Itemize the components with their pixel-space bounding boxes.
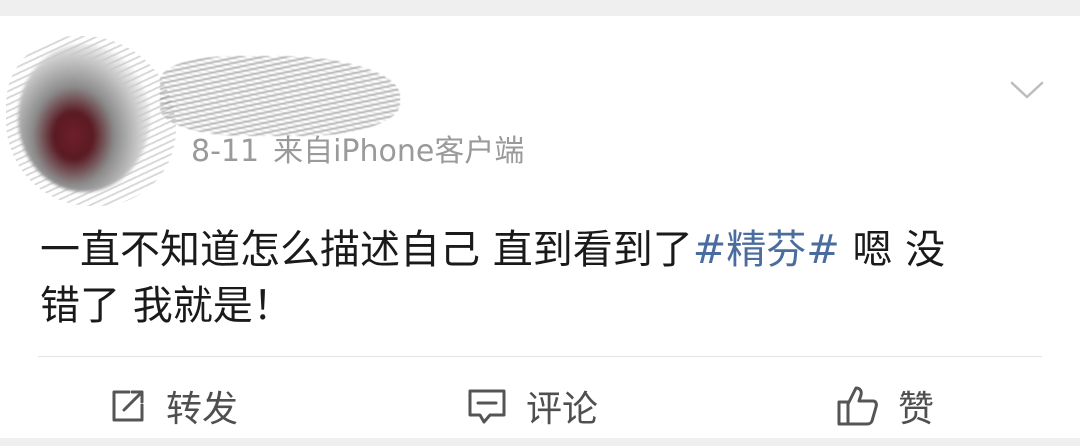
repost-label: 转发 <box>166 389 239 430</box>
post-text-segment: 嗯 没 <box>839 227 946 273</box>
post-timestamp: 8-11 <box>191 134 260 169</box>
post-source: 来自iPhone客户端 <box>273 134 525 169</box>
weibo-post-card: 8-11 来自iPhone客户端 一直不知道怎么描述自己 直到看到了#精芬# 嗯 … <box>0 16 1080 438</box>
comment-button[interactable]: 评论 <box>466 376 598 436</box>
username-redaction <box>160 56 400 136</box>
hashtag-link[interactable]: #精芬# <box>693 227 840 273</box>
post-meta: 8-11 来自iPhone客户端 <box>191 132 524 172</box>
post-text-line-1: 一直不知道怎么描述自己 直到看到了#精芬# 嗯 没 <box>40 222 1020 278</box>
thumbs-up-icon <box>837 386 878 426</box>
share-icon <box>112 390 144 422</box>
repost-button[interactable]: 转发 <box>108 376 238 436</box>
post-body: 一直不知道怎么描述自己 直到看到了#精芬# 嗯 没 错了 我就是！ <box>40 222 1020 334</box>
action-bar: 转发 评论 赞 <box>0 376 1080 436</box>
chevron-down-icon[interactable] <box>1010 80 1044 100</box>
comment-icon <box>468 389 506 424</box>
post-text-line-2: 错了 我就是！ <box>40 283 293 329</box>
avatar[interactable] <box>18 44 150 192</box>
comment-label: 评论 <box>526 389 599 430</box>
post-text-segment: 一直不知道怎么描述自己 直到看到了 <box>40 227 693 273</box>
like-label: 赞 <box>898 389 935 430</box>
divider <box>38 356 1042 357</box>
like-button[interactable]: 赞 <box>836 376 934 436</box>
